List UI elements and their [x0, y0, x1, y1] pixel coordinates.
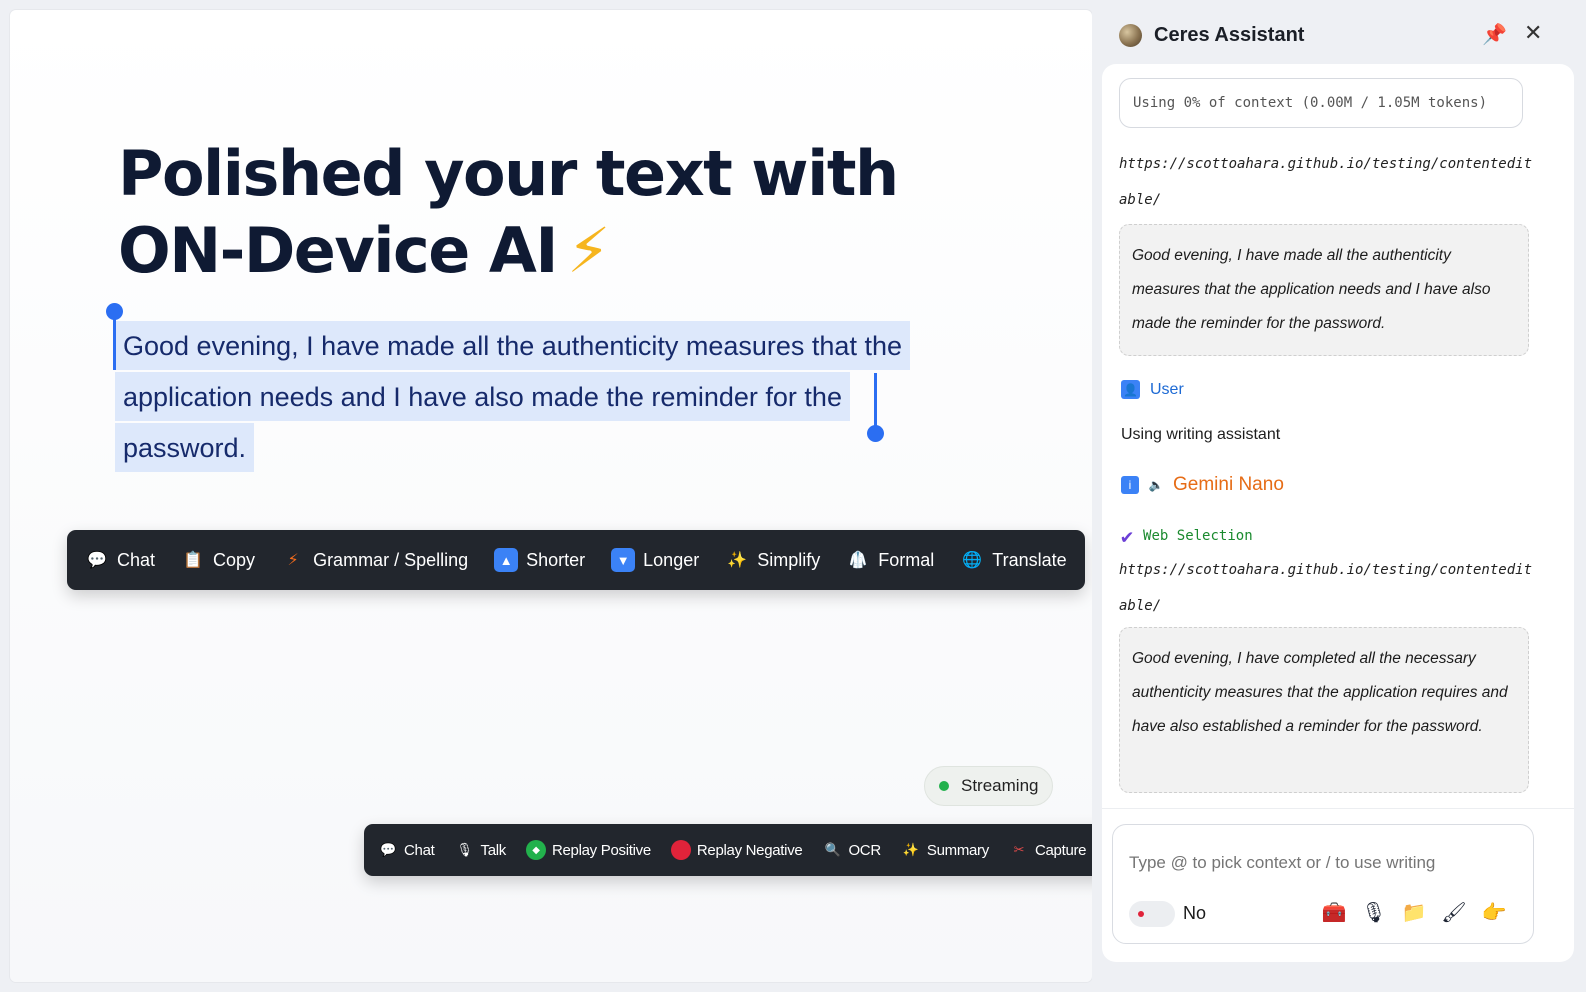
web-selection-label: Web Selection — [1143, 528, 1253, 544]
lightning-icon: ⚡ — [287, 552, 299, 569]
hero-heading: Polished your text with ON-Device AI ⚡ — [118, 135, 899, 289]
toggle-knob — [1138, 911, 1144, 917]
toolbar-grammar-label: Grammar / Spelling — [313, 549, 469, 570]
toolbox-icon[interactable]: 🧰 — [1321, 899, 1347, 925]
capture-button[interactable]: ✂ Capture — [1009, 840, 1087, 860]
toolbar-chat-label: Chat — [117, 549, 156, 570]
toolbar-simplify-button[interactable]: ✨ Simplify — [725, 548, 820, 572]
toolbar-longer-button[interactable]: ▼ Longer — [611, 548, 699, 572]
microphone-icon[interactable]: 🎙 — [1361, 899, 1387, 925]
assistant-conversation: Using 0% of context (0.00M / 1.05M token… — [1102, 64, 1574, 962]
ocr-label: OCR — [848, 841, 881, 859]
selected-line-3[interactable]: password. — [115, 423, 255, 472]
source-url-2[interactable]: https://scottoahara.github.io/testing/co… — [1119, 552, 1539, 624]
quick-chat-button[interactable]: 💬 Chat — [378, 840, 435, 860]
suit-icon: 🥼 — [848, 552, 869, 569]
down-arrow-icon: ▼ — [611, 548, 636, 572]
magnifier-icon: 🔍 — [824, 842, 841, 857]
speech-bubble-icon: 💬 — [87, 552, 107, 569]
quick-actions-toolbar: 💬 Chat 🎙 Talk ◆ Replay Positive Replay Nega… — [364, 824, 1131, 876]
ocr-button[interactable]: 🔍 OCR — [822, 840, 881, 860]
toolbar-translate-button[interactable]: 🌐 Translate — [960, 548, 1066, 572]
toolbar-formal-label: Formal — [878, 549, 935, 570]
selected-text[interactable]: Good evening, I have made all the authen… — [115, 321, 915, 474]
brush-icon[interactable]: 🖌 — [1441, 899, 1467, 925]
web-selection-header: ✔ Web Selection — [1121, 524, 1253, 548]
pin-icon[interactable]: 📌 — [1482, 22, 1507, 47]
selection-end-handle[interactable] — [867, 425, 884, 442]
replay-negative-button[interactable]: Replay Negative — [670, 840, 803, 860]
toolbar-simplify-label: Simplify — [757, 549, 821, 570]
quick-talk-button[interactable]: 🎙 Talk — [455, 840, 506, 860]
selection-end-handle-bar[interactable] — [874, 373, 877, 431]
toolbar-translate-label: Translate — [992, 549, 1067, 570]
selection-start-handle-bar[interactable] — [113, 312, 116, 370]
source-url-1[interactable]: https://scottoahara.github.io/testing/co… — [1119, 146, 1539, 218]
replay-positive-label: Replay Positive — [551, 841, 651, 859]
red-circle-icon — [670, 840, 691, 860]
globe-icon: 🌐 — [962, 552, 983, 569]
close-icon[interactable]: ✕ — [1524, 20, 1542, 46]
toolbar-shorter-button[interactable]: ▲ Shorter — [494, 548, 585, 572]
context-toggle[interactable] — [1129, 901, 1175, 927]
up-arrow-icon: ▲ — [494, 548, 519, 572]
assistant-title: Ceres Assistant — [1154, 24, 1305, 46]
folder-icon[interactable]: 📁 — [1401, 899, 1427, 925]
toolbar-grammar-button[interactable]: ⚡ Grammar / Spelling — [281, 548, 468, 572]
user-message: Using writing assistant — [1121, 426, 1281, 443]
lightning-icon: ⚡ — [566, 214, 611, 287]
scissors-icon: ✂ — [1013, 842, 1025, 857]
streaming-status-dot — [939, 781, 949, 791]
sparkles-icon: ✨ — [902, 842, 919, 857]
toolbar-formal-button[interactable]: 🥼 Formal — [846, 548, 934, 572]
summary-label: Summary — [926, 841, 989, 859]
selected-line-1[interactable]: Good evening, I have made all the authen… — [115, 321, 910, 370]
toolbar-chat-button[interactable]: 💬 Chat — [85, 548, 155, 572]
message-composer: No 🧰 🎙 📁 🖌 👉 — [1112, 824, 1534, 944]
hero-line-2: ON-Device AI — [118, 214, 558, 287]
user-icon: 👤 — [1121, 380, 1140, 399]
rewritten-text-quote: Good evening, I have completed all the n… — [1119, 627, 1529, 793]
selected-text-quote-1: Good evening, I have made all the authen… — [1119, 224, 1529, 356]
toolbar-shorter-label: Shorter — [526, 549, 586, 570]
model-message-header: i 🔈 Gemini Nano — [1121, 474, 1284, 496]
user-label: User — [1150, 380, 1184, 398]
summary-button[interactable]: ✨ Summary — [901, 840, 989, 860]
model-label: Gemini Nano — [1173, 474, 1284, 495]
replay-negative-label: Replay Negative — [696, 841, 803, 859]
green-circle-icon: ◆ — [525, 840, 546, 860]
hero-line-1: Polished your text with — [118, 137, 899, 210]
streaming-badge[interactable]: Streaming — [924, 766, 1054, 806]
selected-line-2[interactable]: application needs and I have also made t… — [115, 372, 850, 421]
assistant-panel: Ceres Assistant 📌 ✕ Using 0% of context … — [1092, 0, 1586, 992]
composer-actions: 🧰 🎙 📁 🖌 👉 — [1321, 899, 1507, 925]
quick-chat-label: Chat — [404, 841, 435, 859]
assistant-header: Ceres Assistant 📌 ✕ — [1092, 0, 1586, 70]
selection-start-handle[interactable] — [106, 303, 123, 320]
info-icon: i — [1121, 476, 1139, 494]
writing-toolbar: 💬 Chat 📋 Copy ⚡ Grammar / Spelling ▲ Shorter… — [67, 530, 1085, 590]
capture-label: Capture — [1034, 841, 1087, 859]
context-usage: Using 0% of context (0.00M / 1.05M token… — [1119, 78, 1523, 128]
composer-input[interactable] — [1129, 853, 1509, 873]
clipboard-icon: 📋 — [183, 552, 203, 569]
toolbar-copy-label: Copy — [213, 549, 256, 570]
replay-positive-button[interactable]: ◆ Replay Positive — [525, 840, 651, 860]
sparkles-icon: ✨ — [727, 552, 748, 569]
speech-bubble-icon: 💬 — [380, 842, 396, 857]
pointing-hand-icon[interactable]: 👉 — [1481, 899, 1507, 925]
toggle-label: No — [1183, 903, 1207, 923]
toolbar-copy-button[interactable]: 📋 Copy — [181, 548, 255, 572]
checkmark-icon: ✔ — [1121, 524, 1134, 548]
speaker-icon: 🔈 — [1148, 478, 1164, 492]
divider — [1102, 808, 1574, 809]
streaming-label: Streaming — [961, 776, 1039, 795]
quick-talk-label: Talk — [480, 841, 507, 859]
user-message-header: 👤 User — [1121, 380, 1184, 399]
toolbar-longer-label: Longer — [643, 549, 700, 570]
assistant-avatar — [1119, 24, 1142, 47]
microphone-icon: 🎙 — [456, 842, 473, 857]
